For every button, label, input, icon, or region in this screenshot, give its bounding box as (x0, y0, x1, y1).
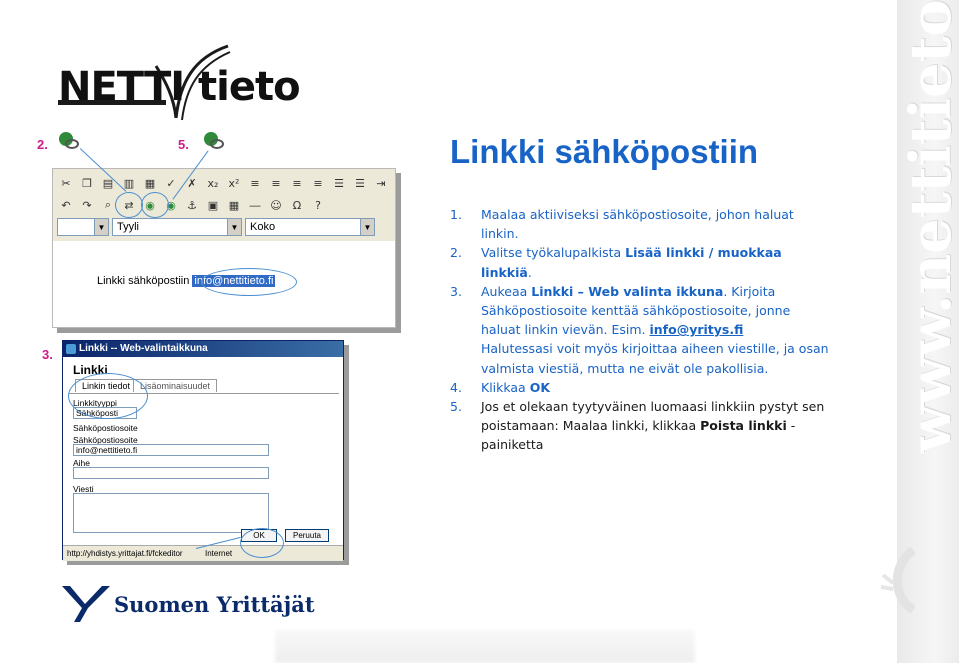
numbered-list-icon[interactable]: ☰ (330, 174, 348, 192)
step-text: Maalaa aktiiviseksi sähköpostiosoite, jo… (481, 207, 794, 242)
subject-field[interactable] (73, 467, 269, 479)
step-text: Klikkaa (481, 379, 530, 395)
toolbar-row-3: ▼ Tyyli ▼ Koko ▼ (57, 216, 375, 238)
step-ok-label: OK (529, 379, 551, 395)
window-icon (66, 344, 76, 354)
callout-5: 5. (178, 137, 189, 152)
image-icon[interactable]: ▣ (204, 196, 222, 214)
status-url: http://yhdistys.yrittajat.fi/fckeditor (67, 549, 183, 558)
dialog-title: Linkki -- Web-valintaikkuna (79, 343, 208, 354)
indent-icon[interactable]: ⇥ (372, 174, 390, 192)
swoosh-decoration-icon (880, 546, 916, 614)
toolbar: ✂ ❐ ▤ ▥ ▦ ✓ ✗ x₂ x² ≡ ≡ ≡ ≡ ☰ ☰ ⇥ ↶ ↷ ⌕ (53, 169, 395, 241)
step-number: 2. (450, 245, 462, 261)
chevron-down-icon: ▼ (94, 219, 108, 235)
anchor-icon[interactable]: ⚓ (183, 196, 201, 214)
subscript-icon[interactable]: x₂ (204, 174, 222, 192)
copy-icon[interactable]: ❐ (78, 174, 96, 192)
step-number: 4. (450, 379, 462, 395)
security-zone: Internet (205, 549, 233, 558)
editor-toolbar-screenshot: ✂ ❐ ▤ ▥ ▦ ✓ ✗ x₂ x² ≡ ≡ ≡ ≡ ☰ ☰ ⇥ ↶ ↷ ⌕ (52, 168, 396, 328)
step-number: 5. (450, 399, 462, 415)
dialog-titlebar: Linkki -- Web-valintaikkuna (63, 341, 343, 357)
cut-icon[interactable]: ✂ (57, 174, 75, 192)
highlight-circle-ok (240, 528, 284, 558)
chevron-down-icon: ▼ (360, 219, 374, 235)
style-select[interactable]: Tyyli ▼ (112, 218, 242, 236)
horizontal-rule-icon[interactable]: ― (246, 196, 264, 214)
step-2: 2. Valitse työkalupalkista Lisää linkki … (450, 243, 830, 281)
instruction-list: 1. Maalaa aktiiviseksi sähköpostiosoite,… (450, 205, 830, 455)
toolbar-row-2: ↶ ↷ ⌕ ⇄ ◉ ◉ ⚓ ▣ ▦ ― ☺ Ω ? (57, 194, 327, 216)
align-left-icon[interactable]: ≡ (246, 174, 264, 192)
align-center-icon[interactable]: ≡ (267, 174, 285, 192)
table-icon[interactable]: ▦ (225, 196, 243, 214)
footer-blurred-decoration (275, 630, 695, 663)
highlight-circle-remove-link (141, 192, 169, 218)
logo-word-tieto: tieto (198, 64, 301, 110)
step-number: 3. (450, 283, 462, 299)
undo-icon[interactable]: ↶ (57, 196, 75, 214)
insert-link-icon[interactable] (58, 131, 80, 151)
step-3: 3. Aukeaa Linkki – Web valinta ikkuna. K… (450, 282, 830, 378)
style-select-value: Tyyli (117, 221, 139, 233)
step-4: 4. Klikkaa OK (450, 378, 830, 397)
example-email: info@yritys.fi (649, 322, 744, 338)
banner-url-text: www.nettitieto.fi (898, 0, 959, 453)
step-number: 1. (450, 207, 462, 222)
yrittajat-emblem-icon (62, 586, 110, 622)
paste-word-icon[interactable]: ▦ (141, 174, 159, 192)
bullet-list-icon[interactable]: ☰ (351, 174, 369, 192)
step-text: Aukeaa (481, 283, 532, 299)
highlight-circle-insert-link (115, 192, 143, 218)
step-text-end: . (527, 264, 532, 280)
justify-icon[interactable]: ≡ (309, 174, 327, 192)
special-char-icon[interactable]: Ω (288, 196, 306, 214)
spellcheck-icon[interactable]: ✓ (162, 174, 180, 192)
step-1: 1. Maalaa aktiiviseksi sähköpostiosoite,… (450, 205, 830, 243)
callout-2: 2. (37, 137, 48, 152)
callout-3: 3. (42, 347, 53, 362)
superscript-icon[interactable]: x² (225, 174, 243, 192)
remove-link-icon[interactable] (203, 131, 225, 151)
step-text: Valitse työkalupalkista (481, 245, 626, 261)
email-section-label: Sähköpostiosoite (73, 423, 138, 433)
format-select[interactable]: ▼ (57, 218, 109, 236)
step-remove-link-label: Poista linkki (700, 418, 787, 434)
smiley-icon[interactable]: ☺ (267, 196, 285, 214)
suomen-yrittajat-logo: Suomen Yrittäjät (60, 584, 320, 624)
page-title: Linkki sähköpostiin (450, 133, 759, 170)
chevron-down-icon: ▼ (227, 219, 241, 235)
nettitieto-logo: NETTI tieto (58, 38, 308, 124)
redo-icon[interactable]: ↷ (78, 196, 96, 214)
step-dialog-name: Linkki – Web valinta ikkuna (531, 283, 724, 299)
highlight-circle-link-type (68, 373, 148, 419)
size-select-value: Koko (250, 221, 276, 233)
about-icon[interactable]: ? (309, 196, 327, 214)
size-select[interactable]: Koko ▼ (245, 218, 375, 236)
logo-word-netti: NETTI (58, 64, 185, 110)
email-field[interactable]: info@nettitieto.fi (73, 444, 269, 456)
cancel-button[interactable]: Peruuta (285, 529, 329, 542)
footer-wordmark: Suomen Yrittäjät (114, 592, 315, 617)
highlight-circle-email (201, 268, 297, 296)
editor-link-text: Linkki sähköpostiin (97, 275, 190, 287)
step-text-optional: Halutessasi voit myös kirjoittaa aiheen … (481, 341, 829, 376)
remove-format-icon[interactable]: ✗ (183, 174, 201, 192)
step-5: 5. Jos et olekaan tyytyväinen luomaasi l… (450, 397, 830, 455)
message-field[interactable] (73, 493, 269, 533)
slide: NETTI tieto www.nettitieto.fi Linkki säh… (0, 0, 959, 663)
align-right-icon[interactable]: ≡ (288, 174, 306, 192)
